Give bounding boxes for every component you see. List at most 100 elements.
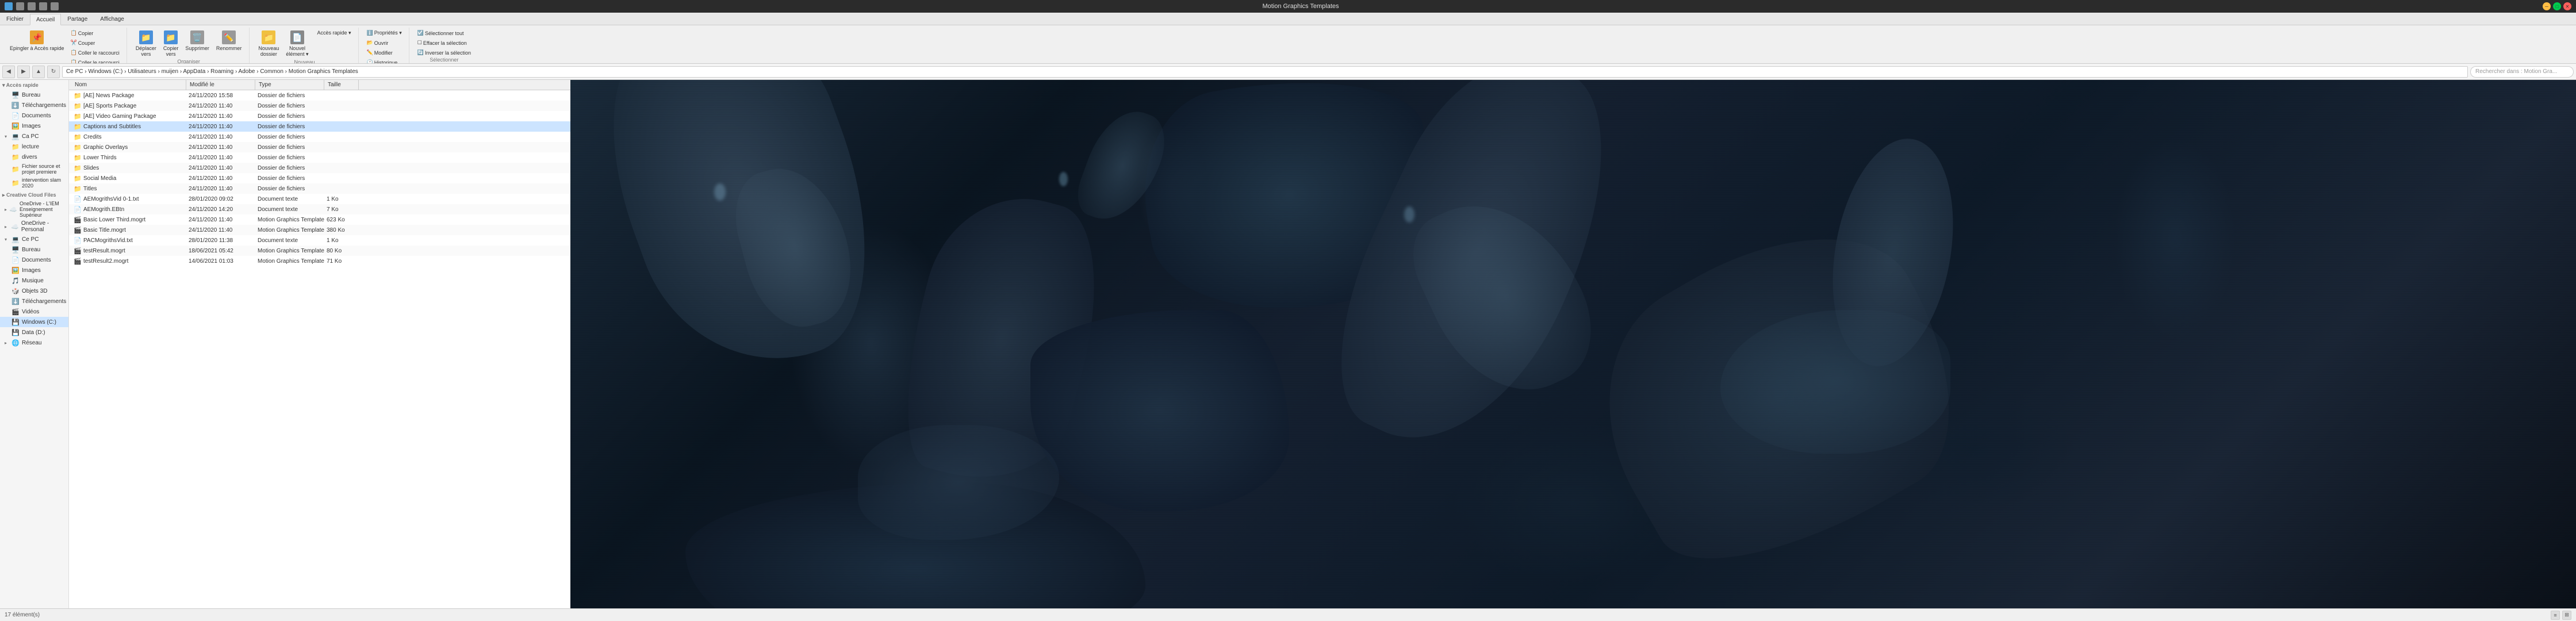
file-cell-date: 24/11/2020 11:40 (186, 217, 255, 223)
file-row[interactable]: 🎬Basic Title.mogrt24/11/2020 11:40Motion… (69, 225, 570, 235)
file-name: [AE] News Package (83, 93, 134, 99)
cepc-icon: 💻 (12, 235, 20, 243)
file-icon: 📁 (74, 122, 82, 131)
nav-item-documents2[interactable]: 📄 Documents (0, 255, 68, 265)
ribbon-tabs: Fichier Accueil Partage Affichage (0, 13, 2576, 25)
refresh-button[interactable]: ↻ (47, 66, 60, 78)
nav-item-bureau[interactable]: 🖥️ Bureau (0, 90, 68, 100)
select-all-button[interactable]: ☑️ Sélectionner tout (415, 29, 473, 37)
nav-item-bureau2[interactable]: 🖥️ Bureau (0, 244, 68, 255)
nav-item-data-d[interactable]: 💾 Data (D:) (0, 327, 68, 338)
nav-item-lecture[interactable]: 📁 lecture (0, 141, 68, 152)
paste-button[interactable]: 📋 Coller le raccourci (68, 58, 122, 63)
select-all-icon: ☑️ (417, 30, 424, 36)
nav-item-onedrive-personal[interactable]: ▸ ☁️ OneDrive - Personal (0, 219, 68, 234)
properties-button[interactable]: ℹ️ Propriétés ▾ (365, 29, 404, 37)
details-view-icon[interactable]: ≡ (2551, 611, 2560, 620)
copy-button[interactable]: 📋 Copier (68, 29, 122, 37)
cut-icon: ✂️ (71, 40, 77, 46)
clear-selection-button[interactable]: ☐ Effacer la sélection (415, 39, 473, 47)
new-folder-button[interactable]: 📁 Nouveaudossier (255, 29, 282, 59)
large-icons-view-icon[interactable]: ⊞ (2562, 611, 2571, 620)
file-row[interactable]: 📁[AE] Video Gaming Package24/11/2020 11:… (69, 111, 570, 121)
forward-button[interactable]: ▶ (17, 66, 30, 78)
nav-item-objets3d[interactable]: 🎲 Objets 3D (0, 286, 68, 296)
file-row[interactable]: 📁[AE] Sports Package24/11/2020 11:40Doss… (69, 101, 570, 111)
nav-item-reseau[interactable]: ▸ 🌐 Réseau (0, 338, 68, 348)
delete-button[interactable]: 🗑️ Supprimer (182, 29, 212, 53)
col-header-size[interactable]: Taille (324, 80, 359, 90)
divers-icon: 📁 (12, 153, 20, 161)
nav-item-downloads2[interactable]: ⬇️ Téléchargements (0, 296, 68, 306)
file-row[interactable]: 📁Credits24/11/2020 11:40Dossier de fichi… (69, 132, 570, 142)
col-header-type[interactable]: Type (255, 80, 324, 90)
pin-button[interactable]: 📌 Epingler à Accès rapide (7, 29, 67, 53)
file-row[interactable]: 📁Captions and Subtitles24/11/2020 11:40D… (69, 121, 570, 132)
nav-item-windows-c[interactable]: 💾 Windows (C:) (0, 317, 68, 327)
file-row[interactable]: 📁Titles24/11/2020 11:40Dossier de fichie… (69, 183, 570, 194)
open-button[interactable]: 📂 Ouvrir (365, 39, 404, 47)
file-row[interactable]: 🎬testResult.mogrt18/06/2021 05:42Motion … (69, 246, 570, 256)
file-row[interactable]: 📁Graphic Overlays24/11/2020 11:40Dossier… (69, 142, 570, 152)
back-button[interactable]: ◀ (2, 66, 15, 78)
paste-shortcut-button[interactable]: 📋 Coller le raccourci (68, 48, 122, 57)
file-row[interactable]: 📁Social Media24/11/2020 11:40Dossier de … (69, 173, 570, 183)
cut-button[interactable]: ✂️ Couper (68, 39, 122, 47)
nav-item-onedrive-iem[interactable]: ▸ ☁️ OneDrive - L'IEM Enseignement Supér… (0, 200, 68, 219)
copy-to-button[interactable]: 📁 Copiervers (160, 29, 182, 59)
file-name: PACMogrithsVid.txt (83, 237, 133, 244)
file-row[interactable]: 📄AEMogrithsVid 0-1.txt28/01/2020 09:02Do… (69, 194, 570, 204)
window-title: Motion Graphics Templates (59, 3, 2543, 10)
up-button[interactable]: ▲ (32, 66, 45, 78)
rename-button[interactable]: ✏️ Renommer (213, 29, 245, 53)
nav-item-cepc[interactable]: ▾ 💻 Ce PC (0, 234, 68, 244)
invert-selection-button[interactable]: 🔄 Inverser la sélection (415, 48, 473, 57)
select-label: Sélectionner (430, 57, 458, 63)
file-name: testResult.mogrt (83, 248, 125, 254)
nav-item-downloads[interactable]: ⬇️ Téléchargements (0, 100, 68, 110)
edit-button[interactable]: ✏️ Modifier (365, 48, 404, 57)
nav-item-images2[interactable]: 🖼️ Images (0, 265, 68, 275)
nav-item-divers[interactable]: 📁 divers (0, 152, 68, 162)
file-row[interactable]: 📄PACMogrithsVid.txt28/01/2020 11:38Docum… (69, 235, 570, 246)
nav-item-capc[interactable]: ▾ 💻 Ca PC (0, 131, 68, 141)
file-name: Graphic Overlays (83, 144, 128, 151)
title-bar: Motion Graphics Templates ─ □ ✕ (0, 0, 2576, 13)
new-item-button[interactable]: 📄 Nouvelélément ▾ (283, 29, 311, 59)
move-button[interactable]: 📁 Déplacervers (133, 29, 159, 59)
nav-item-videos[interactable]: 🎬 Vidéos (0, 306, 68, 317)
file-row[interactable]: 📁Slides24/11/2020 11:40Dossier de fichie… (69, 163, 570, 173)
easy-access-button[interactable]: Accès rapide ▾ (315, 29, 353, 37)
address-path[interactable]: Ce PC › Windows (C:) › Utilisateurs › mu… (62, 66, 2468, 78)
file-cell-type: Dossier de fichiers (255, 103, 324, 109)
main-content: ▾ Accès rapide 🖥️ Bureau ⬇️ Téléchargeme… (0, 80, 2576, 608)
file-row[interactable]: 📄AEMogrith.EBtn24/11/2020 14:20Document … (69, 204, 570, 214)
file-name: testResult2.mogrt (83, 258, 128, 264)
col-header-date[interactable]: Modifié le (186, 80, 255, 90)
col-header-name[interactable]: Nom (71, 80, 186, 90)
nav-item-musique[interactable]: 🎵 Musique (0, 275, 68, 286)
tab-partage[interactable]: Partage (61, 13, 94, 25)
file-row[interactable]: 🎬Basic Lower Third.mogrt24/11/2020 11:40… (69, 214, 570, 225)
tab-affichage[interactable]: Affichage (94, 13, 131, 25)
nav-item-documents[interactable]: 📄 Documents (0, 110, 68, 121)
maximize-button[interactable]: □ (2553, 2, 2561, 10)
file-cell-name: 📁[AE] News Package (71, 91, 186, 99)
window-controls[interactable]: ─ □ ✕ (2543, 2, 2571, 10)
file-icon: 🎬 (74, 247, 82, 255)
file-row[interactable]: 📁[AE] News Package24/11/2020 15:58Dossie… (69, 90, 570, 101)
file-cell-date: 28/01/2020 11:38 (186, 237, 255, 244)
minimize-button[interactable]: ─ (2543, 2, 2551, 10)
nav-pane: ▾ Accès rapide 🖥️ Bureau ⬇️ Téléchargeme… (0, 80, 69, 608)
tab-fichier[interactable]: Fichier (0, 13, 30, 25)
nav-item-source[interactable]: 📁 Fichier source et projet premiere (0, 162, 68, 176)
nav-item-slam[interactable]: 📁 intervention slam 2020 (0, 176, 68, 190)
file-row[interactable]: 🎬testResult2.mogrt14/06/2021 01:03Motion… (69, 256, 570, 266)
search-box[interactable]: Rechercher dans : Motion Gra... (2470, 66, 2574, 78)
tab-accueil[interactable]: Accueil (30, 14, 61, 25)
file-row[interactable]: 📁Lower Thirds24/11/2020 11:40Dossier de … (69, 152, 570, 163)
close-button[interactable]: ✕ (2563, 2, 2571, 10)
nav-item-images[interactable]: 🖼️ Images (0, 121, 68, 131)
history-button[interactable]: 🕐 Historique (365, 58, 404, 63)
images-icon: 🖼️ (12, 122, 20, 130)
